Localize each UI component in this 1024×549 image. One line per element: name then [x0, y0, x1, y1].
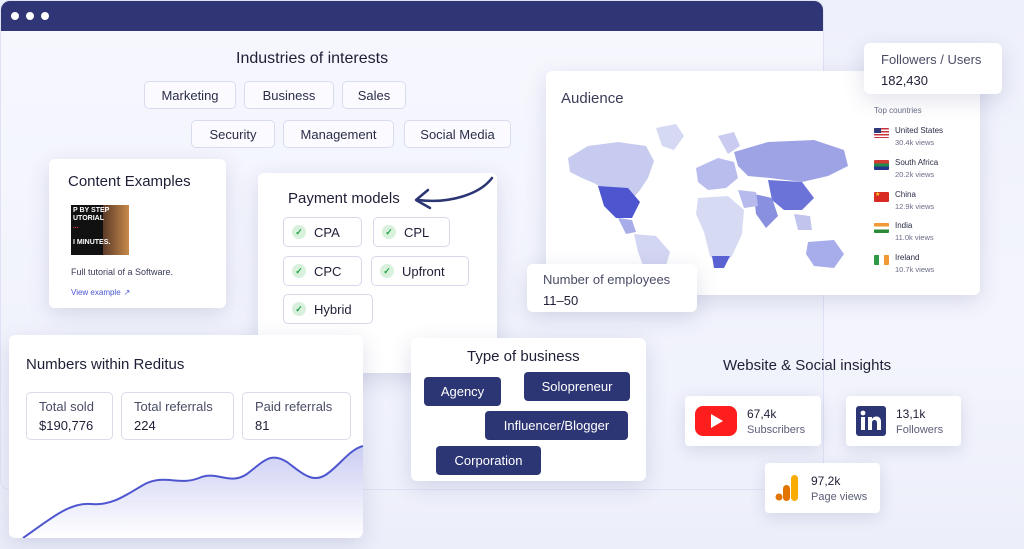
payment-cpc[interactable]: ✓ CPC [283, 256, 362, 286]
linkedin-card: 13,1k Followers [846, 396, 961, 446]
linkedin-icon [856, 406, 886, 436]
cn-flag-icon: ★ [874, 192, 889, 202]
analytics-card: 97,2k Page views [765, 463, 880, 513]
us-flag-icon [874, 128, 889, 138]
country-row: Ireland 10.7k views [874, 253, 934, 274]
business-solopreneur[interactable]: Solopreneur [524, 372, 630, 401]
stat-label: Paid referrals [255, 399, 333, 414]
stat-label: Total sold [39, 399, 94, 414]
country-views: 11.0k views [895, 233, 934, 242]
stat-total-referrals: Total referrals 224 [121, 392, 234, 440]
payment-label: CPL [404, 224, 430, 240]
content-examples-title: Content Examples [68, 173, 191, 190]
industry-tag[interactable]: Marketing [144, 81, 236, 109]
za-flag-icon [874, 160, 889, 170]
linkedin-value: 13,1k [896, 406, 926, 421]
country-row: South Africa 20.2k views [874, 158, 938, 179]
stat-value: 81 [255, 418, 270, 433]
youtube-icon [695, 406, 737, 436]
linkedin-label: Followers [896, 423, 944, 436]
payment-label: CPA [314, 224, 340, 240]
arrow-icon [414, 176, 494, 210]
view-example-label: View example [71, 288, 121, 297]
check-icon: ✓ [292, 225, 306, 239]
business-agency[interactable]: Agency [424, 377, 501, 406]
stat-paid-referrals: Paid referrals 81 [242, 392, 351, 440]
audience-title: Audience [561, 90, 624, 107]
payment-models-title: Payment models [288, 190, 400, 207]
youtube-card: 67,4k Subscribers [685, 396, 821, 446]
window-dot [41, 12, 49, 20]
view-example-link[interactable]: View example ↗ [71, 288, 130, 297]
country-row: ★ China 12.9k views [874, 190, 934, 211]
employees-value: 11–50 [543, 293, 579, 308]
country-name: United States [895, 126, 944, 135]
followers-label: Followers / Users [881, 52, 982, 67]
business-influencer[interactable]: Influencer/Blogger [485, 411, 628, 440]
thumbnail-text: P BY STEP [73, 207, 110, 214]
thumbnail-text: ... [73, 223, 79, 230]
window-dot [11, 12, 19, 20]
payment-upfront[interactable]: ✓ Upfront [371, 256, 469, 286]
window-dot [26, 12, 34, 20]
payment-cpl[interactable]: ✓ CPL [373, 217, 450, 247]
check-icon: ✓ [292, 302, 306, 316]
business-type-title: Type of business [467, 348, 580, 365]
thumbnail-text: UTORIAL [73, 215, 104, 222]
stat-label: Total referrals [134, 399, 213, 414]
followers-value: 182,430 [881, 73, 928, 88]
employees-label: Number of employees [543, 272, 671, 287]
google-analytics-icon [775, 475, 798, 501]
numbers-title: Numbers within Reditus [26, 356, 185, 373]
country-row: India 11.0k views [874, 221, 934, 242]
top-countries-label: Top countries [874, 106, 922, 115]
window-titlebar [1, 1, 823, 31]
industry-tag[interactable]: Social Media [404, 120, 511, 148]
business-corporation[interactable]: Corporation [436, 446, 541, 475]
country-views: 30.4k views [895, 138, 935, 147]
check-icon: ✓ [382, 225, 396, 239]
payment-label: CPC [314, 263, 342, 279]
country-views: 20.2k views [895, 170, 935, 179]
ie-flag-icon [874, 255, 889, 265]
content-caption: Full tutorial of a Software. [71, 267, 174, 277]
referrals-line-chart [22, 445, 363, 538]
insights-title: Website & Social insights [723, 357, 892, 374]
analytics-label: Page views [811, 490, 868, 503]
youtube-label: Subscribers [747, 423, 806, 436]
industry-tag[interactable]: Business [244, 81, 334, 109]
employees-card: Number of employees 11–50 [527, 264, 697, 312]
stat-total-sold: Total sold $190,776 [26, 392, 113, 440]
country-row: United States 30.4k views [874, 126, 943, 147]
country-name: Ireland [895, 253, 920, 262]
industry-tag[interactable]: Security [191, 120, 275, 148]
payment-cpa[interactable]: ✓ CPA [283, 217, 362, 247]
country-name: China [895, 190, 916, 199]
content-examples-card: Content Examples P BY STEP UTORIAL ... I… [49, 159, 226, 308]
youtube-value: 67,4k [747, 406, 777, 421]
country-views: 12.9k views [895, 202, 935, 211]
country-name: South Africa [895, 158, 939, 167]
payment-label: Upfront [402, 263, 445, 279]
check-icon: ✓ [292, 264, 306, 278]
video-thumbnail[interactable]: P BY STEP UTORIAL ... I MINUTES. [71, 205, 129, 255]
country-name: India [895, 221, 913, 230]
stat-value: $190,776 [39, 418, 94, 433]
check-icon: ✓ [380, 264, 394, 278]
country-views: 10.7k views [895, 265, 935, 274]
payment-hybrid[interactable]: ✓ Hybrid [283, 294, 373, 324]
external-link-icon: ↗ [123, 288, 131, 297]
thumbnail-text: I MINUTES. [73, 239, 111, 246]
in-flag-icon [874, 223, 889, 233]
industries-title: Industries of interests [236, 50, 389, 67]
analytics-value: 97,2k [811, 473, 841, 488]
world-map [568, 124, 848, 280]
payment-label: Hybrid [314, 301, 352, 317]
industry-tag[interactable]: Management [283, 120, 394, 148]
followers-card: Followers / Users 182,430 [864, 43, 1002, 94]
industry-tag[interactable]: Sales [342, 81, 406, 109]
stat-value: 224 [134, 418, 156, 433]
